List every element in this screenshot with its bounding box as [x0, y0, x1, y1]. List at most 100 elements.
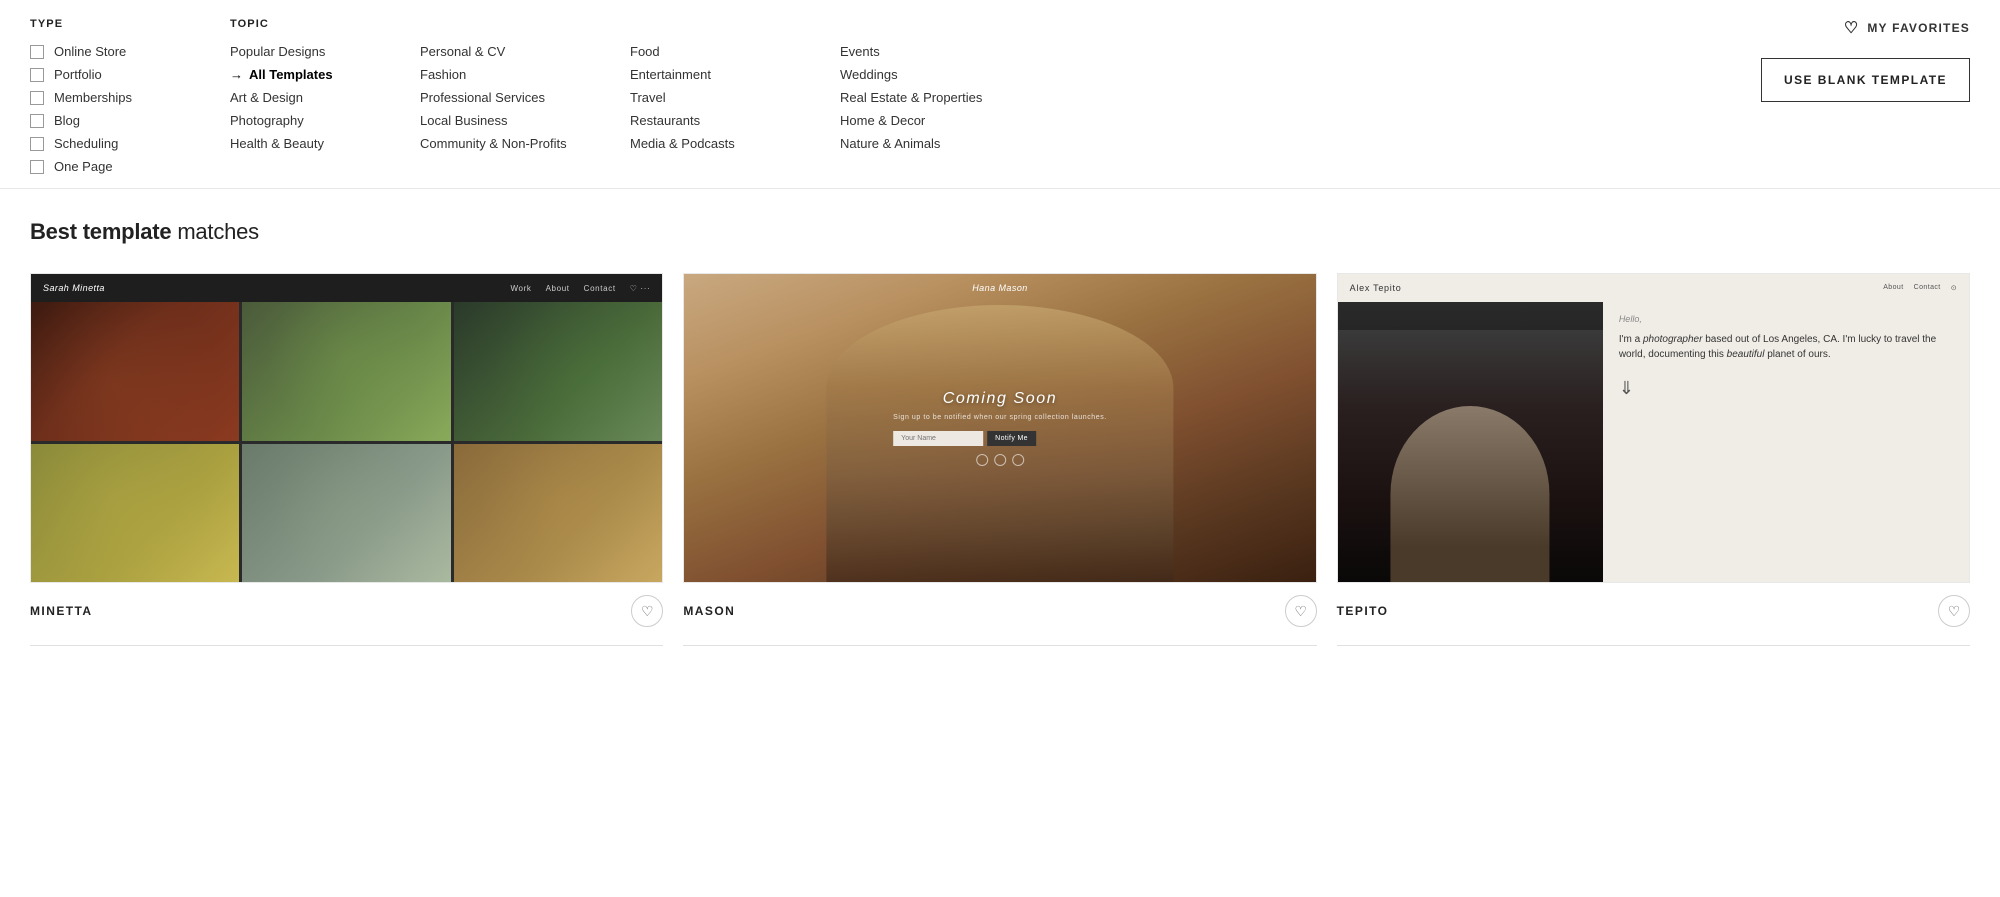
- food-image-6: [454, 444, 662, 583]
- my-favorites-label: MY FAVORITES: [1867, 21, 1970, 35]
- mason-social-fb: [976, 454, 988, 466]
- use-blank-button[interactable]: USE BLANK TEMPLATE: [1761, 58, 1970, 102]
- card-image-tepito: Alex Tepito About Contact ⊙: [1337, 273, 1970, 583]
- topic-label-photography: Photography: [230, 113, 304, 128]
- topic-filter-cols: Popular Designs → All Templates Art & Desi…: [230, 40, 1761, 178]
- tepito-logo: Alex Tepito: [1350, 283, 1402, 293]
- mason-logo: Hana Mason: [972, 283, 1028, 293]
- checkbox-scheduling[interactable]: [30, 137, 44, 151]
- type-item-memberships[interactable]: Memberships: [30, 86, 230, 109]
- card-footer-mason: MASON ♡: [683, 583, 1316, 631]
- topic-label-food: Food: [630, 44, 660, 59]
- topic-item-real-estate[interactable]: Real Estate & Properties: [840, 86, 1050, 109]
- topic-item-restaurants[interactable]: Restaurants: [630, 109, 840, 132]
- mason-social-ig: [1012, 454, 1024, 466]
- type-label-portfolio: Portfolio: [54, 67, 102, 82]
- topic-item-photography[interactable]: Photography: [230, 109, 420, 132]
- tepito-person-head: [1391, 406, 1550, 582]
- topic-item-fashion[interactable]: Fashion: [420, 63, 630, 86]
- food-image-1: [31, 302, 239, 441]
- mason-subtitle: Sign up to be notified when our spring c…: [893, 414, 1107, 421]
- mason-overlay-content: Coming Soon Sign up to be notified when …: [893, 390, 1107, 466]
- topic-item-nature[interactable]: Nature & Animals: [840, 132, 1050, 155]
- topic-label-health: Health & Beauty: [230, 136, 324, 151]
- tepito-bio-section: Hello, I'm a photographer based out of L…: [1603, 274, 1969, 582]
- type-item-online-store[interactable]: Online Store: [30, 40, 230, 63]
- topic-label-real-estate: Real Estate & Properties: [840, 90, 982, 105]
- topic-label-entertainment: Entertainment: [630, 67, 711, 82]
- topic-label-weddings: Weddings: [840, 67, 898, 82]
- type-label-memberships: Memberships: [54, 90, 132, 105]
- topic-label-art: Art & Design: [230, 90, 303, 105]
- mason-name-input[interactable]: [893, 431, 983, 446]
- card-footer-tepito: TEPITO ♡: [1337, 583, 1970, 631]
- tepito-favorite-button[interactable]: ♡: [1938, 595, 1970, 627]
- checkbox-one-page[interactable]: [30, 160, 44, 174]
- template-card-minetta[interactable]: Sarah Minetta Work About Contact ♡ ···: [30, 273, 663, 646]
- template-card-mason[interactable]: Hana Mason Coming Soon Sign up to be not…: [683, 273, 1316, 646]
- mason-signup-row: Notify Me: [893, 431, 1107, 446]
- topic-item-weddings[interactable]: Weddings: [840, 63, 1050, 86]
- topic-item-personal[interactable]: Personal & CV: [420, 40, 630, 63]
- checkbox-portfolio[interactable]: [30, 68, 44, 82]
- tepito-person-photo: [1338, 330, 1603, 582]
- heart-icon: ♡: [1948, 603, 1961, 620]
- topic-item-entertainment[interactable]: Entertainment: [630, 63, 840, 86]
- my-favorites-button[interactable]: ♡ MY FAVORITES: [1844, 18, 1970, 38]
- section-title: Best template matches: [30, 219, 1970, 245]
- topic-item-local[interactable]: Local Business: [420, 109, 630, 132]
- card-footer-minetta: MINETTA ♡: [30, 583, 663, 631]
- heart-icon: ♡: [641, 603, 654, 620]
- topic-item-all[interactable]: → All Templates: [230, 63, 420, 86]
- topic-item-events[interactable]: Events: [840, 40, 1050, 63]
- checkbox-blog[interactable]: [30, 114, 44, 128]
- topic-item-health[interactable]: Health & Beauty: [230, 132, 420, 155]
- topic-item-home-decor[interactable]: Home & Decor: [840, 109, 1050, 132]
- minetta-favorite-button[interactable]: ♡: [631, 595, 663, 627]
- tepito-divider: [1337, 645, 1970, 646]
- topic-item-food[interactable]: Food: [630, 40, 840, 63]
- mason-bg: Hana Mason Coming Soon Sign up to be not…: [684, 274, 1315, 582]
- checkbox-online-store[interactable]: [30, 45, 44, 59]
- type-item-one-page[interactable]: One Page: [30, 155, 230, 178]
- type-label-one-page: One Page: [54, 159, 113, 174]
- topic-item-art[interactable]: Art & Design: [230, 86, 420, 109]
- tepito-name: TEPITO: [1337, 604, 1389, 618]
- minetta-food-grid: [31, 274, 662, 582]
- topic-label-home-decor: Home & Decor: [840, 113, 925, 128]
- mason-social-links: [893, 454, 1107, 466]
- topic-item-community[interactable]: Community & Non-Profits: [420, 132, 630, 155]
- tepito-nav-bar: Alex Tepito About Contact ⊙: [1338, 274, 1969, 302]
- minetta-nav: Work About Contact ♡ ···: [510, 284, 650, 293]
- type-label: TYPE: [30, 18, 230, 30]
- type-item-scheduling[interactable]: Scheduling: [30, 132, 230, 155]
- topic-item-professional[interactable]: Professional Services: [420, 86, 630, 109]
- checkbox-memberships[interactable]: [30, 91, 44, 105]
- type-item-portfolio[interactable]: Portfolio: [30, 63, 230, 86]
- topic-label-professional: Professional Services: [420, 90, 545, 105]
- tepito-photo-left: [1338, 302, 1603, 582]
- topic-label-popular: Popular Designs: [230, 44, 325, 59]
- mason-nav-bar: Hana Mason: [684, 274, 1315, 302]
- topic-item-popular[interactable]: Popular Designs: [230, 40, 420, 63]
- topic-item-travel[interactable]: Travel: [630, 86, 840, 109]
- mason-favorite-button[interactable]: ♡: [1285, 595, 1317, 627]
- topic-label-media: Media & Podcasts: [630, 136, 735, 151]
- tepito-bio-text: I'm a photographer based out of Los Ange…: [1619, 332, 1953, 362]
- topic-label-fashion: Fashion: [420, 67, 466, 82]
- topic-item-media[interactable]: Media & Podcasts: [630, 132, 840, 155]
- tepito-scroll-arrow: ⇓: [1619, 378, 1953, 399]
- template-card-tepito[interactable]: Alex Tepito About Contact ⊙: [1337, 273, 1970, 646]
- card-image-mason: Hana Mason Coming Soon Sign up to be not…: [683, 273, 1316, 583]
- food-image-4: [31, 444, 239, 583]
- topic-label-restaurants: Restaurants: [630, 113, 700, 128]
- mason-name: MASON: [683, 604, 735, 618]
- topic-label-personal: Personal & CV: [420, 44, 505, 59]
- mason-notify-button[interactable]: Notify Me: [987, 431, 1036, 446]
- mason-divider: [683, 645, 1316, 646]
- food-image-2: [242, 302, 450, 441]
- top-right-actions: ♡ MY FAVORITES USE BLANK TEMPLATE: [1761, 18, 1970, 178]
- topic-label-community: Community & Non-Profits: [420, 136, 567, 151]
- topic-label-local: Local Business: [420, 113, 507, 128]
- type-item-blog[interactable]: Blog: [30, 109, 230, 132]
